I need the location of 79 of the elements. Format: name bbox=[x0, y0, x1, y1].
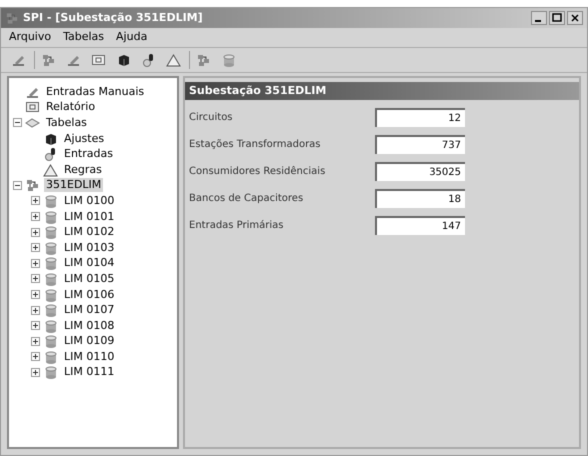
plug-icon bbox=[141, 53, 156, 67]
tree-item[interactable]: LIM 0108 bbox=[62, 318, 116, 333]
menu-item[interactable]: Arquivo bbox=[9, 29, 52, 46]
tree-item[interactable]: LIM 0104 bbox=[62, 256, 116, 270]
collapse-toggle[interactable] bbox=[13, 180, 22, 190]
cylinder-icon bbox=[43, 288, 58, 302]
cylinder-icon bbox=[43, 225, 58, 240]
cube-icon bbox=[116, 53, 131, 67]
expand-toggle[interactable] bbox=[31, 321, 40, 330]
field-label: Estações Transformadoras bbox=[189, 138, 322, 152]
network-icon bbox=[25, 178, 40, 192]
expand-toggle[interactable] bbox=[31, 306, 40, 315]
tree-item[interactable]: LIM 0110 bbox=[62, 350, 116, 364]
pen-icon bbox=[66, 53, 81, 67]
expand-toggle[interactable] bbox=[31, 212, 40, 222]
tree-item[interactable]: LIM 0103 bbox=[62, 240, 116, 255]
tree-item[interactable]: LIM 0107 bbox=[62, 303, 116, 318]
tree-item[interactable]: LIM 0102 bbox=[62, 225, 116, 240]
tree-item[interactable]: LIM 0105 bbox=[62, 272, 116, 286]
cylinder-icon bbox=[43, 210, 58, 224]
cylinder-icon bbox=[221, 53, 236, 67]
tree-item[interactable]: LIM 0109 bbox=[62, 334, 116, 348]
warning-triangle-icon bbox=[166, 53, 181, 67]
cylinder-icon bbox=[43, 256, 58, 270]
cylinder-icon bbox=[43, 272, 58, 286]
expand-toggle[interactable] bbox=[31, 290, 40, 300]
tree-item[interactable]: Tabelas bbox=[44, 116, 89, 130]
tree-item[interactable]: Regras bbox=[62, 162, 104, 177]
expand-toggle[interactable] bbox=[31, 243, 40, 252]
number-field[interactable]: 147 bbox=[375, 216, 465, 235]
menu-item[interactable]: Tabelas bbox=[63, 29, 104, 46]
close-icon[interactable] bbox=[567, 11, 583, 25]
minimize-icon[interactable] bbox=[531, 11, 547, 25]
document-icon bbox=[91, 53, 106, 67]
cube-icon bbox=[43, 132, 58, 146]
diamond-icon bbox=[25, 116, 40, 130]
field-label: Consumidores Residênciais bbox=[189, 165, 326, 179]
plug-icon bbox=[43, 147, 58, 162]
network-icon bbox=[41, 53, 56, 67]
field-label: Bancos de Capacitores bbox=[189, 192, 304, 206]
cylinder-icon bbox=[43, 350, 58, 364]
network-icon bbox=[5, 11, 19, 25]
window-title: SPI - [Subestação 351EDLIM] bbox=[23, 10, 203, 26]
collapse-toggle[interactable] bbox=[13, 118, 22, 128]
cylinder-icon bbox=[43, 303, 58, 318]
number-field[interactable]: 18 bbox=[375, 189, 465, 208]
document-icon bbox=[25, 100, 40, 114]
field-label: Circuitos bbox=[189, 111, 234, 125]
network-icon bbox=[196, 53, 211, 67]
tree-item[interactable]: Entradas bbox=[62, 147, 115, 162]
number-field[interactable]: 737 bbox=[375, 135, 465, 154]
warning-triangle-icon bbox=[43, 162, 58, 177]
tree-item[interactable]: LIM 0111 bbox=[62, 365, 116, 380]
pen-icon bbox=[11, 53, 26, 67]
menu-item[interactable]: Ajuda bbox=[116, 29, 148, 46]
tree-item[interactable]: LIM 0100 bbox=[62, 194, 116, 208]
field-label: Entradas Primárias bbox=[189, 219, 285, 233]
tree-item[interactable]: Ajustes bbox=[62, 132, 106, 146]
expand-toggle[interactable] bbox=[31, 228, 40, 237]
expand-toggle[interactable] bbox=[31, 336, 40, 346]
cylinder-icon bbox=[43, 194, 58, 208]
expand-toggle[interactable] bbox=[31, 368, 40, 377]
number-field[interactable]: 12 bbox=[375, 108, 465, 127]
expand-toggle[interactable] bbox=[31, 258, 40, 268]
expand-toggle[interactable] bbox=[31, 352, 40, 362]
cylinder-icon bbox=[43, 240, 58, 255]
cylinder-icon bbox=[43, 318, 58, 333]
expand-toggle[interactable] bbox=[31, 274, 40, 284]
number-field[interactable]: 35025 bbox=[375, 162, 465, 181]
tree-item[interactable]: Relatório bbox=[44, 100, 98, 114]
tree-item[interactable]: LIM 0101 bbox=[62, 210, 116, 224]
cylinder-icon bbox=[43, 334, 58, 348]
panel-header: Subestação 351EDLIM bbox=[185, 82, 579, 100]
maximize-icon[interactable] bbox=[549, 11, 565, 25]
tree-item[interactable]: 351EDLIM bbox=[44, 178, 104, 192]
cylinder-icon bbox=[43, 365, 58, 380]
tree-item[interactable]: LIM 0106 bbox=[62, 288, 116, 302]
tree-item[interactable]: Entradas Manuais bbox=[44, 84, 146, 99]
expand-toggle[interactable] bbox=[31, 196, 40, 206]
